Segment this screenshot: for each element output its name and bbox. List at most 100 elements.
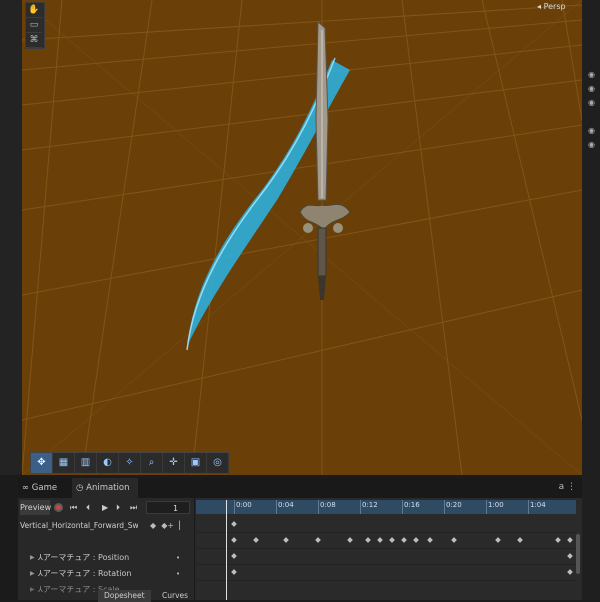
keyframe[interactable] — [401, 537, 407, 543]
visibility-icon[interactable]: ◉ — [586, 140, 597, 149]
property-label: アーマチュア : Position — [42, 553, 130, 562]
keyframe-icon[interactable]: ◆ — [150, 521, 156, 530]
keyframe[interactable] — [231, 537, 237, 543]
playhead[interactable] — [226, 500, 227, 600]
position-track[interactable] — [196, 548, 576, 565]
keyframe[interactable] — [567, 553, 573, 559]
tab-game-label: Game — [31, 483, 58, 493]
move-icon[interactable]: ✥ — [31, 453, 53, 473]
ruler-label: 0:00 — [236, 501, 252, 509]
transform-icon[interactable]: ⌘ — [26, 33, 42, 48]
tab-animation[interactable]: ◷ Animation — [72, 478, 138, 498]
keyframe[interactable] — [231, 521, 237, 527]
expand-icon[interactable]: ▶ — [30, 582, 35, 598]
left-edge-strip — [0, 0, 22, 475]
property-menu-icon[interactable]: • — [176, 550, 180, 566]
add-keyframe-icon[interactable]: ◆+ — [161, 521, 174, 530]
ruler-label: 0:08 — [320, 501, 336, 509]
camera-icon[interactable]: ▣ — [185, 453, 207, 473]
next-frame-icon[interactable]: ⏵ — [116, 500, 120, 515]
visibility-icon[interactable]: ◉ — [586, 98, 597, 107]
ruler-tick — [360, 500, 361, 514]
visibility-icon[interactable]: ◉ — [586, 84, 597, 93]
keyframe[interactable] — [567, 569, 573, 575]
expand-icon[interactable]: ▶ — [30, 566, 35, 582]
property-menu-icon[interactable]: • — [176, 566, 180, 582]
frame-field[interactable]: 1 — [146, 501, 190, 514]
property-row[interactable]: ▶ ⅄アーマチュア : Rotation • — [18, 566, 194, 582]
zoom-icon[interactable]: ⌕ — [141, 453, 163, 473]
keyframe[interactable] — [495, 537, 501, 543]
snap-icon[interactable]: ▥ — [75, 453, 97, 473]
last-frame-icon[interactable]: ⏭ — [130, 500, 137, 515]
clip-name: Vertical_Horizontal_Forward_Swi — [20, 521, 138, 530]
keyframe[interactable] — [253, 537, 259, 543]
camera-mode-text: Persp — [543, 2, 566, 11]
record-button[interactable] — [54, 503, 63, 512]
clip-row: Vertical_Horizontal_Forward_Swi▾ ◆ ◆+ ▏ — [18, 518, 194, 534]
keyframe[interactable] — [517, 537, 523, 543]
compass-icon[interactable]: ◎ — [207, 453, 229, 473]
tab-dopesheet[interactable]: Dopesheet — [98, 590, 151, 602]
tab-curves[interactable]: Curves — [156, 590, 194, 602]
pivot-icon[interactable]: ✛ — [163, 453, 185, 473]
panel-menu-icon[interactable]: a ⋮ — [559, 482, 576, 492]
visibility-icon[interactable]: ◉ — [586, 126, 597, 135]
ruler-label: 1:04 — [530, 501, 546, 509]
keyframe[interactable] — [413, 537, 419, 543]
event-icon[interactable]: ▏ — [179, 521, 185, 530]
ruler-tick — [276, 500, 277, 514]
scene-viewport[interactable]: ✋ ▭ ⌘ ◂ Persp ✥ ▦ ▥ ◐ ✧ ⌕ ✛ ▣ ◎ — [22, 0, 582, 475]
rect-icon[interactable]: ▭ — [26, 18, 42, 33]
keyframe[interactable] — [427, 537, 433, 543]
keyframe[interactable] — [389, 537, 395, 543]
keyframe[interactable] — [315, 537, 321, 543]
rotation-track[interactable] — [196, 564, 576, 581]
ruler-label: 0:20 — [446, 501, 462, 509]
keyframe[interactable] — [451, 537, 457, 543]
property-label: アーマチュア : Rotation — [42, 569, 132, 578]
keyframe[interactable] — [283, 537, 289, 543]
grid-icon[interactable]: ▦ — [53, 453, 75, 473]
light-icon[interactable]: ✧ — [119, 453, 141, 473]
tab-animation-label: Animation — [86, 483, 130, 493]
first-frame-icon[interactable]: ⏮ — [70, 500, 77, 515]
keyframe[interactable] — [347, 537, 353, 543]
keyframe[interactable] — [567, 537, 573, 543]
hand-icon[interactable]: ✋ — [26, 3, 42, 18]
play-icon[interactable]: ▶ — [102, 500, 108, 515]
visibility-icon[interactable]: ◉ — [586, 70, 597, 79]
right-edge-strip: ◉ ◉ ◉ ◉ ◉ — [582, 0, 600, 600]
shading-icon[interactable]: ◐ — [97, 453, 119, 473]
expand-icon[interactable]: ▶ — [30, 550, 35, 566]
ruler-tick — [318, 500, 319, 514]
camera-mode-label[interactable]: ◂ Persp — [537, 2, 566, 11]
animation-panel: ∞ Game ◷ Animation a ⋮ Preview ⏮ ⏴ ▶ ⏵ ⏭… — [18, 478, 582, 602]
keyframe[interactable] — [231, 553, 237, 559]
keyframe[interactable] — [231, 569, 237, 575]
property-row[interactable]: ▶ ⅄アーマチュア : Position • — [18, 550, 194, 566]
ruler-tick — [234, 500, 235, 514]
keyframe[interactable] — [555, 537, 561, 543]
keyframe[interactable] — [377, 537, 383, 543]
clip-dropdown[interactable]: Vertical_Horizontal_Forward_Swi▾ — [20, 518, 138, 533]
timeline-scrollbar[interactable] — [576, 534, 580, 574]
scene-tool-stack: ✋ ▭ ⌘ — [25, 2, 45, 49]
summary-track[interactable] — [196, 516, 576, 533]
ruler-tick — [486, 500, 487, 514]
preview-button[interactable]: Preview — [20, 500, 51, 515]
time-ruler[interactable]: 0:00 0:04 0:08 0:12 0:16 0:20 1:00 1:04 — [196, 500, 576, 514]
ruler-label: 0:04 — [278, 501, 294, 509]
prev-frame-icon[interactable]: ⏴ — [86, 500, 90, 515]
dopesheet-timeline[interactable]: 0:00 0:04 0:08 0:12 0:16 0:20 1:00 1:04 — [196, 498, 582, 600]
ruler-tick — [402, 500, 403, 514]
viewport-toolbar: ✥ ▦ ▥ ◐ ✧ ⌕ ✛ ▣ ◎ — [30, 452, 230, 474]
ruler-label: 0:16 — [404, 501, 420, 509]
summary-keys-track[interactable] — [196, 532, 576, 549]
ruler-tick — [444, 500, 445, 514]
animation-left-pane: Preview ⏮ ⏴ ▶ ⏵ ⏭ 1 Vertical_Horizontal_… — [18, 498, 195, 600]
keyframe[interactable] — [365, 537, 371, 543]
gamepad-icon: ∞ — [22, 483, 32, 493]
clip-actions: ◆ ◆+ ▏ — [150, 518, 185, 533]
tab-game[interactable]: ∞ Game — [22, 478, 70, 498]
